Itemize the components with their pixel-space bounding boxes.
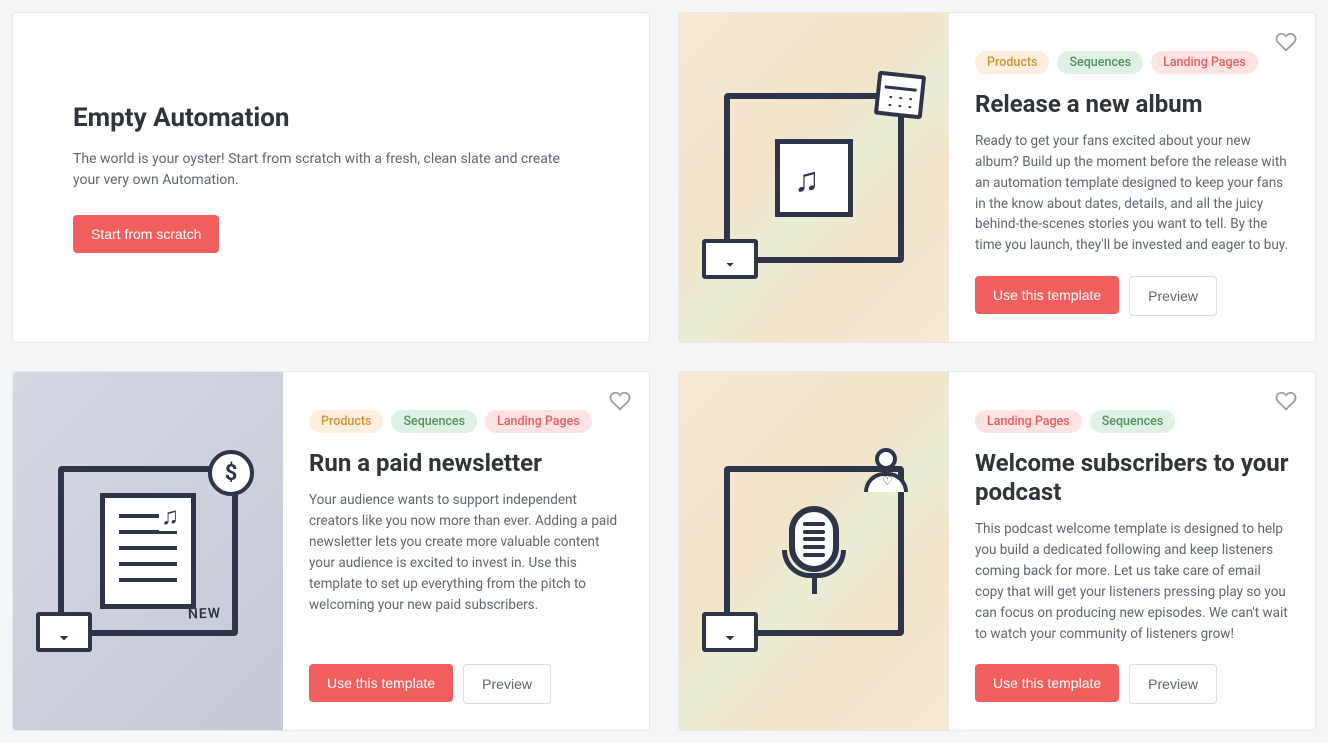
- tag-landing-pages[interactable]: Landing Pages: [1151, 51, 1258, 74]
- person-icon: ♡: [864, 448, 908, 492]
- template-illustration: ♫: [679, 13, 949, 342]
- tag-landing-pages[interactable]: Landing Pages: [485, 410, 592, 433]
- use-template-button[interactable]: Use this template: [975, 664, 1119, 702]
- music-cd-icon: ♫: [775, 139, 853, 217]
- template-illustration: $ ♫ NEW: [13, 372, 283, 730]
- favorite-button[interactable]: [1275, 31, 1297, 53]
- tag-products[interactable]: Products: [975, 51, 1049, 74]
- envelope-icon: [702, 612, 758, 652]
- tag-sequences[interactable]: Sequences: [391, 410, 477, 433]
- tag-list: Products Sequences Landing Pages: [309, 410, 623, 433]
- template-title: Release a new album: [975, 90, 1289, 119]
- favorite-button[interactable]: [1275, 390, 1297, 412]
- preview-button[interactable]: Preview: [1129, 276, 1217, 316]
- template-title: Welcome subscribers to your podcast: [975, 449, 1289, 507]
- template-description: This podcast welcome template is designe…: [975, 519, 1289, 645]
- preview-button[interactable]: Preview: [1129, 664, 1217, 704]
- template-card-release-album: ♫ Products Sequences Landing Pages Relea…: [678, 12, 1316, 343]
- use-template-button[interactable]: Use this template: [975, 276, 1119, 314]
- template-illustration: ♡: [679, 372, 949, 730]
- template-grid: Empty Automation The world is your oyste…: [12, 12, 1316, 731]
- tag-landing-pages[interactable]: Landing Pages: [975, 410, 1082, 433]
- tag-sequences[interactable]: Sequences: [1057, 51, 1143, 74]
- template-title: Run a paid newsletter: [309, 449, 623, 478]
- newsletter-icon: ♫ NEW: [100, 493, 196, 609]
- tag-list: Products Sequences Landing Pages: [975, 51, 1289, 74]
- dollar-icon: $: [208, 450, 254, 496]
- envelope-icon: [702, 239, 758, 279]
- calendar-icon: [874, 70, 926, 119]
- use-template-button[interactable]: Use this template: [309, 664, 453, 702]
- template-card-podcast-welcome: ♡ Landing Pages Sequences Welcome subscr…: [678, 371, 1316, 731]
- empty-automation-card: Empty Automation The world is your oyste…: [12, 12, 650, 343]
- tag-sequences[interactable]: Sequences: [1090, 410, 1176, 433]
- template-description: Ready to get your fans excited about you…: [975, 131, 1289, 257]
- empty-description: The world is your oyster! Start from scr…: [73, 149, 583, 191]
- microphone-icon: [789, 506, 839, 596]
- template-card-paid-newsletter: $ ♫ NEW Products Sequences Landing Pages…: [12, 371, 650, 731]
- empty-title: Empty Automation: [73, 103, 589, 133]
- tag-products[interactable]: Products: [309, 410, 383, 433]
- start-from-scratch-button[interactable]: Start from scratch: [73, 215, 219, 253]
- envelope-icon: [36, 612, 92, 652]
- preview-button[interactable]: Preview: [463, 664, 551, 704]
- template-description: Your audience wants to support independe…: [309, 490, 623, 644]
- tag-list: Landing Pages Sequences: [975, 410, 1289, 433]
- favorite-button[interactable]: [609, 390, 631, 412]
